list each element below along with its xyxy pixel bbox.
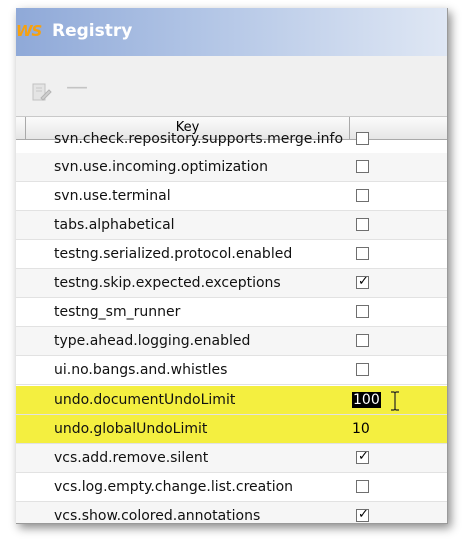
value-checkbox[interactable] — [356, 247, 369, 260]
registry-key: vcs.add.remove.silent — [54, 450, 209, 466]
table-row[interactable]: ui.no.bangs.and.whistles — [16, 356, 447, 385]
toolbar: — — [16, 56, 447, 122]
table-row[interactable]: type.ahead.logging.enabled — [16, 327, 447, 356]
app-icon: WS — [16, 22, 42, 40]
registry-key: svn.use.terminal — [54, 188, 171, 204]
edit-icon[interactable] — [30, 82, 52, 104]
value-checkbox[interactable] — [356, 218, 369, 231]
registry-key: undo.documentUndoLimit — [54, 392, 236, 408]
table-row[interactable]: svn.check.repository.supports.merge.info — [16, 125, 447, 154]
table-row[interactable]: undo.globalUndoLimit 10 — [16, 415, 447, 444]
table-row[interactable]: vcs.show.colored.annotations — [16, 502, 447, 524]
registry-key: tabs.alphabetical — [54, 217, 175, 233]
value-checkbox[interactable] — [356, 305, 369, 318]
value-checkbox[interactable] — [356, 507, 369, 522]
table-row[interactable]: testng_sm_runner — [16, 298, 447, 327]
title-bar[interactable]: WS Registry — [16, 8, 447, 56]
value-checkbox[interactable] — [356, 132, 369, 145]
table-row[interactable]: undo.documentUndoLimit 100 — [16, 386, 447, 415]
registry-window: WS Registry — Key svn.check.repository.s… — [16, 8, 448, 524]
value-checkbox[interactable] — [356, 363, 369, 376]
value-text[interactable]: 10 — [352, 421, 370, 437]
value-checkbox[interactable] — [356, 480, 369, 493]
remove-button[interactable]: — — [66, 76, 88, 100]
registry-key: testng_sm_runner — [54, 304, 181, 320]
registry-key: ui.no.bangs.and.whistles — [54, 362, 228, 378]
registry-key: vcs.log.empty.change.list.creation — [54, 479, 294, 495]
registry-key: testng.skip.expected.exceptions — [54, 275, 281, 291]
value-checkbox[interactable] — [356, 334, 369, 347]
value-checkbox[interactable] — [356, 189, 369, 202]
table-row[interactable]: tabs.alphabetical — [16, 211, 447, 240]
registry-key: vcs.show.colored.annotations — [54, 508, 261, 524]
registry-key: type.ahead.logging.enabled — [54, 333, 251, 349]
table-row[interactable]: testng.serialized.protocol.enabled — [16, 240, 447, 269]
registry-key: testng.serialized.protocol.enabled — [54, 246, 293, 262]
table-row[interactable]: testng.skip.expected.exceptions — [16, 269, 447, 298]
text-cursor-icon — [391, 391, 399, 411]
value-checkbox[interactable] — [356, 274, 369, 289]
table-row[interactable]: vcs.log.empty.change.list.creation — [16, 473, 447, 502]
table-row[interactable]: svn.use.terminal — [16, 182, 447, 211]
table-row[interactable]: vcs.add.remove.silent — [16, 444, 447, 473]
table-row[interactable]: svn.use.incoming.optimization — [16, 153, 447, 182]
window-title: Registry — [52, 21, 133, 41]
value-checkbox[interactable] — [356, 160, 369, 173]
registry-key: svn.use.incoming.optimization — [54, 159, 268, 175]
registry-key: svn.check.repository.supports.merge.info — [54, 131, 344, 147]
registry-key: undo.globalUndoLimit — [54, 421, 208, 437]
value-input[interactable]: 100 — [352, 392, 381, 408]
value-checkbox[interactable] — [356, 449, 369, 464]
